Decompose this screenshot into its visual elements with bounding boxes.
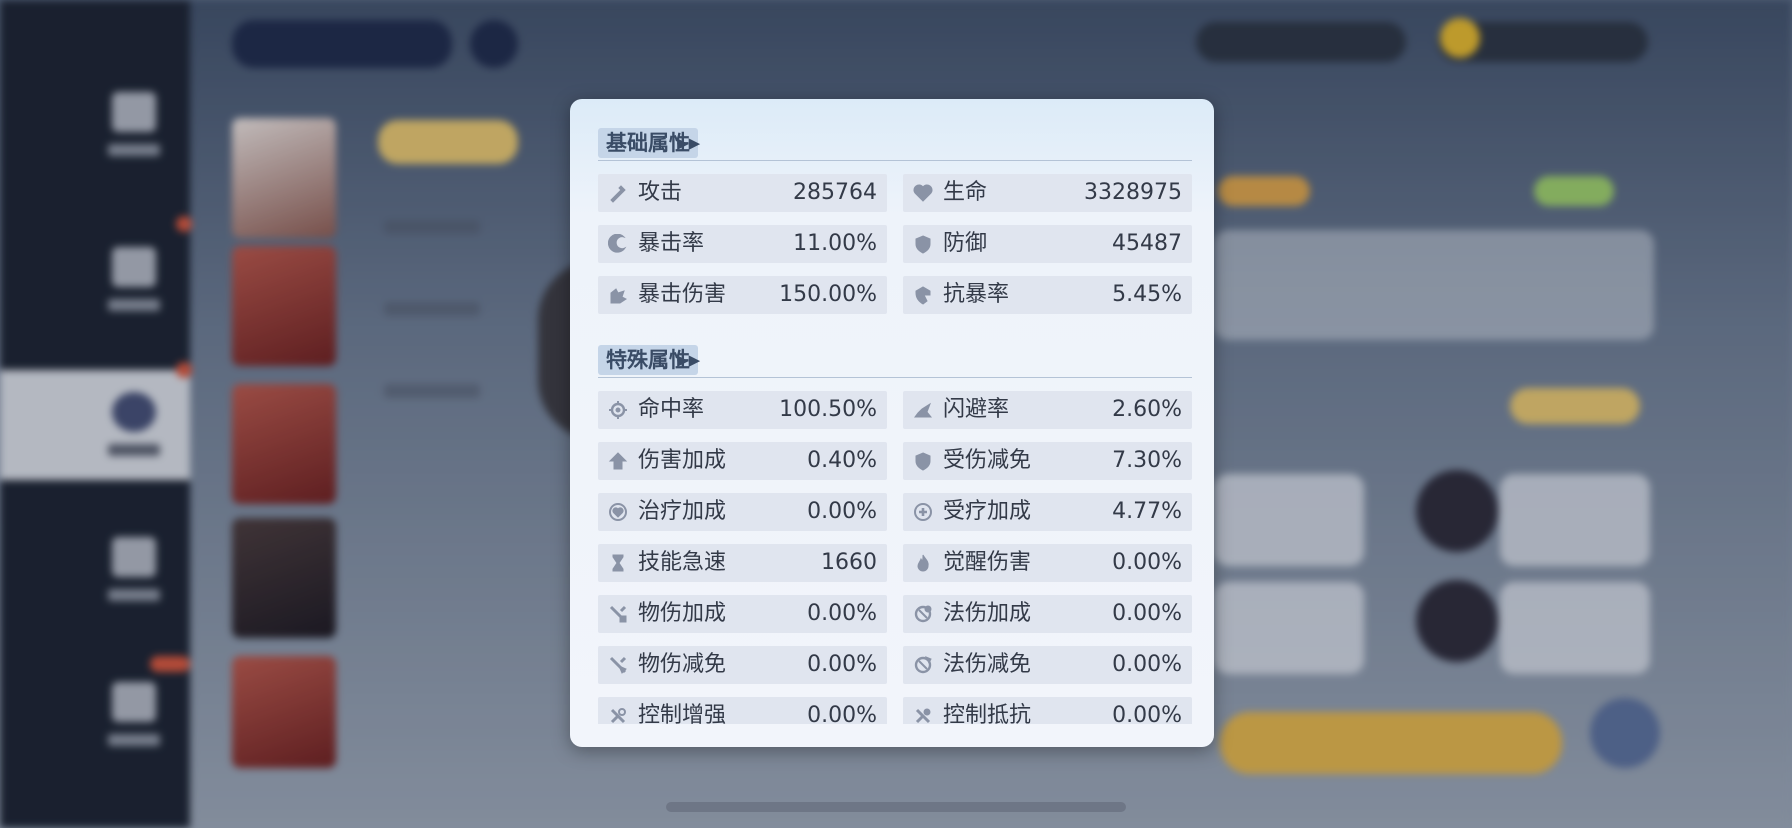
attribute-cell: 防御 45487 [903, 225, 1192, 263]
attribute-value: 45487 [1112, 231, 1182, 256]
attribute-cell: 闪避率 2.60% [903, 391, 1192, 429]
attribute-value: 0.00% [1112, 703, 1182, 724]
crit-resist-icon [913, 285, 933, 305]
attribute-value: 11.00% [793, 231, 877, 256]
special-attributes-header: 特殊属性 ▶▶ [598, 345, 706, 375]
attribute-value: 0.00% [1112, 601, 1182, 626]
attribute-name: 法伤加成 [943, 601, 1032, 626]
popup-scroll-area[interactable]: 基础属性 ▶▶ 攻击 285764 生命 3328975 暴击率 11.00% 防御 4548… [570, 99, 1214, 724]
control-boost-icon [608, 706, 628, 724]
attribute-cell: 控制抵抗 0.00% [903, 697, 1192, 724]
fast-forward-icon: ▶▶ [677, 134, 701, 152]
attribute-value: 2.60% [1112, 397, 1182, 422]
attribute-cell: 命中率 100.50% [598, 391, 887, 429]
attribute-value: 4.77% [1112, 499, 1182, 524]
attribute-cell: 控制增强 0.00% [598, 697, 887, 724]
attribute-name: 伤害加成 [638, 448, 727, 473]
attribute-cell: 抗暴率 5.45% [903, 276, 1192, 314]
attribute-row: 攻击 285764 生命 3328975 [598, 174, 1192, 212]
heart-icon [913, 183, 933, 203]
attribute-cell: 觉醒伤害 0.00% [903, 544, 1192, 582]
attribute-name: 受疗加成 [943, 499, 1032, 524]
attribute-name: 暴击伤害 [638, 282, 727, 307]
physical-reduction-icon [608, 655, 628, 675]
attribute-value: 100.50% [779, 397, 877, 422]
attribute-row: 伤害加成 0.40% 受伤减免 7.30% [598, 442, 1192, 480]
attribute-cell: 攻击 285764 [598, 174, 887, 212]
damage-reduction-icon [913, 451, 933, 471]
attribute-cell: 生命 3328975 [903, 174, 1192, 212]
home-indicator[interactable] [666, 802, 1126, 812]
attribute-cell: 法伤减免 0.00% [903, 646, 1192, 684]
attribute-name: 技能急速 [638, 550, 727, 575]
crit-damage-icon [608, 285, 628, 305]
dodge-icon [913, 400, 933, 420]
attribute-value: 0.40% [807, 448, 877, 473]
attribute-value: 5.45% [1112, 282, 1182, 307]
attribute-cell: 受伤减免 7.30% [903, 442, 1192, 480]
target-icon [608, 400, 628, 420]
attribute-name: 暴击率 [638, 231, 705, 256]
attribute-name: 物伤加成 [638, 601, 727, 626]
attribute-value: 0.00% [807, 703, 877, 724]
attribute-value: 150.00% [779, 282, 877, 307]
attribute-row: 治疗加成 0.00% 受疗加成 4.77% [598, 493, 1192, 531]
shield-icon [913, 234, 933, 254]
damage-boost-icon [608, 451, 628, 471]
crit-rate-icon [607, 233, 628, 254]
attribute-cell: 暴击率 11.00% [598, 225, 887, 263]
heal-boost-icon [608, 502, 628, 522]
attribute-name: 觉醒伤害 [943, 550, 1032, 575]
attribute-popup: 基础属性 ▶▶ 攻击 285764 生命 3328975 暴击率 11.00% 防御 4548… [570, 99, 1214, 747]
sword-icon [608, 183, 628, 203]
flame-icon [913, 553, 933, 573]
attribute-name: 攻击 [638, 180, 683, 205]
attribute-name: 法伤减免 [943, 652, 1032, 677]
attribute-value: 3328975 [1084, 180, 1182, 205]
attribute-row: 命中率 100.50% 闪避率 2.60% [598, 391, 1192, 429]
attribute-row: 控制增强 0.00% 控制抵抗 0.00% [598, 697, 1192, 724]
attribute-value: 7.30% [1112, 448, 1182, 473]
attribute-value: 1660 [821, 550, 877, 575]
magic-boost-icon [913, 604, 933, 624]
attribute-value: 0.00% [1112, 550, 1182, 575]
section-divider [598, 377, 1192, 378]
control-resist-icon [913, 706, 933, 724]
attribute-name: 物伤减免 [638, 652, 727, 677]
attribute-value: 0.00% [1112, 652, 1182, 677]
attribute-name: 受伤减免 [943, 448, 1032, 473]
attribute-value: 0.00% [807, 499, 877, 524]
attribute-name: 生命 [943, 180, 988, 205]
attribute-row: 技能急速 1660 觉醒伤害 0.00% [598, 544, 1192, 582]
hourglass-icon [608, 553, 628, 573]
attribute-cell: 治疗加成 0.00% [598, 493, 887, 531]
attribute-name: 治疗加成 [638, 499, 727, 524]
attribute-name: 闪避率 [943, 397, 1010, 422]
attribute-row: 暴击伤害 150.00% 抗暴率 5.45% [598, 276, 1192, 314]
magic-reduction-icon [913, 655, 933, 675]
section-divider [598, 160, 1192, 161]
attribute-name: 抗暴率 [943, 282, 1010, 307]
attribute-cell: 暴击伤害 150.00% [598, 276, 887, 314]
attribute-cell: 法伤加成 0.00% [903, 595, 1192, 633]
attribute-cell: 物伤加成 0.00% [598, 595, 887, 633]
attribute-cell: 受疗加成 4.77% [903, 493, 1192, 531]
attribute-cell: 物伤减免 0.00% [598, 646, 887, 684]
attribute-value: 0.00% [807, 601, 877, 626]
attribute-value: 0.00% [807, 652, 877, 677]
attribute-cell: 技能急速 1660 [598, 544, 887, 582]
attribute-row: 暴击率 11.00% 防御 45487 [598, 225, 1192, 263]
attribute-name: 命中率 [638, 397, 705, 422]
attribute-name: 防御 [943, 231, 988, 256]
attribute-row: 物伤加成 0.00% 法伤加成 0.00% [598, 595, 1192, 633]
basic-attributes-header: 基础属性 ▶▶ [598, 128, 706, 158]
physical-boost-icon [608, 604, 628, 624]
attribute-cell: 伤害加成 0.40% [598, 442, 887, 480]
attribute-name: 控制增强 [638, 703, 727, 724]
attribute-row: 物伤减免 0.00% 法伤减免 0.00% [598, 646, 1192, 684]
fast-forward-icon: ▶▶ [677, 351, 701, 369]
attribute-name: 控制抵抗 [943, 703, 1032, 724]
attribute-value: 285764 [793, 180, 877, 205]
received-heal-icon [913, 502, 933, 522]
